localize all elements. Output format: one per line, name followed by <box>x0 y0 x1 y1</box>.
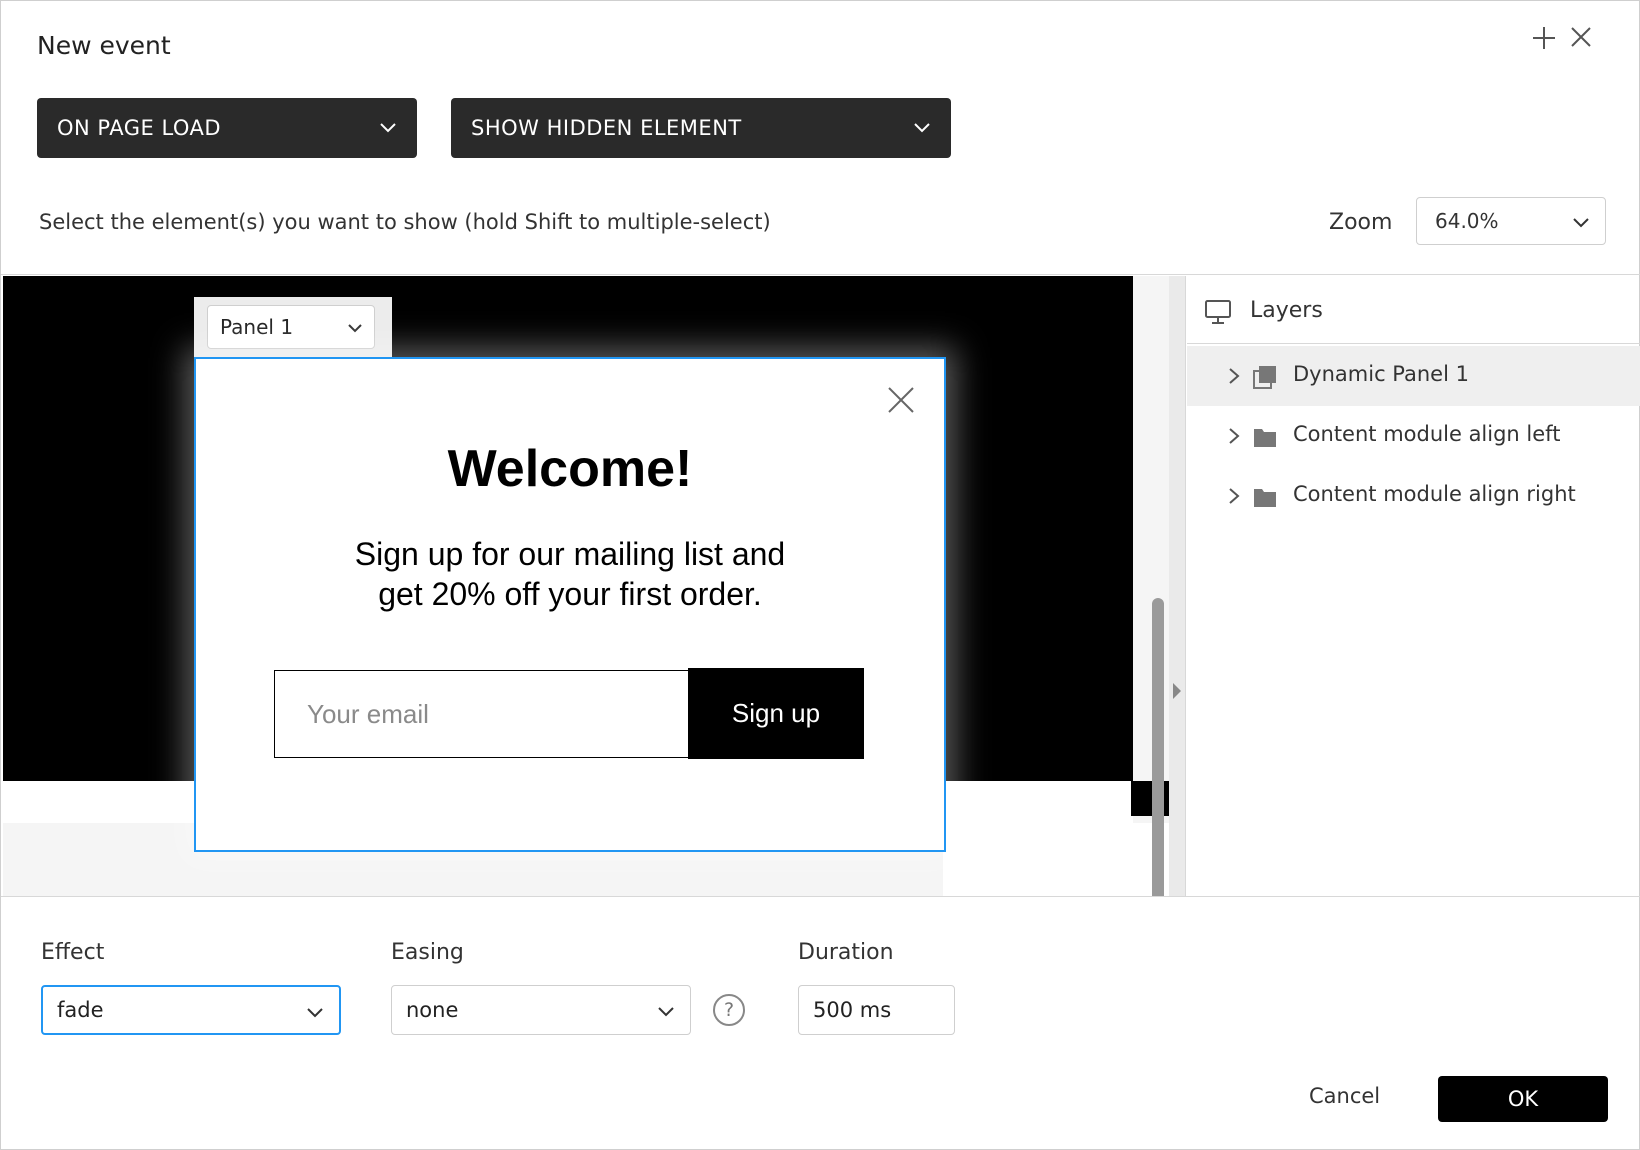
promo-line: get 20% off your first order. <box>378 576 762 612</box>
divider <box>1 896 1640 897</box>
design-canvas[interactable]: Panel 1 Welcome! Sign up for our mailing… <box>3 276 1169 896</box>
help-icon[interactable]: ? <box>713 994 745 1026</box>
folder-icon <box>1252 424 1278 454</box>
zoom-label: Zoom <box>1329 210 1393 235</box>
chevron-down-icon <box>305 1002 325 1027</box>
chevron-down-icon <box>377 116 399 143</box>
email-input[interactable]: Your email <box>274 670 690 758</box>
chevron-down-icon <box>656 1001 676 1026</box>
cancel-button[interactable]: Cancel <box>1309 1084 1380 1108</box>
panel-state-label: Panel 1 <box>220 315 294 339</box>
canvas-scrollbar[interactable] <box>1152 598 1164 896</box>
action-select-label: SHOW HIDDEN ELEMENT <box>471 116 742 140</box>
close-icon[interactable] <box>886 385 916 419</box>
easing-select[interactable]: none <box>391 985 691 1035</box>
canvas-element[interactable] <box>505 276 641 350</box>
modal-heading: Welcome! <box>447 440 693 498</box>
signup-modal[interactable]: Welcome! Sign up for our mailing list an… <box>194 357 946 852</box>
canvas-block <box>943 823 1169 896</box>
easing-label: Easing <box>391 940 464 965</box>
promo-line: Sign up for our mailing list and <box>354 536 786 572</box>
chevron-down-icon <box>346 318 364 342</box>
layer-item-dynamic-panel[interactable]: Dynamic Panel 1 <box>1187 346 1640 406</box>
folder-icon <box>1252 484 1278 514</box>
chevron-down-icon <box>911 116 933 143</box>
instruction-text: Select the element(s) you want to show (… <box>39 210 771 234</box>
dynamic-panel-icon <box>1252 364 1278 394</box>
chevron-right-icon[interactable] <box>1227 426 1241 450</box>
trigger-select[interactable]: ON PAGE LOAD <box>37 98 417 158</box>
layer-label: Content module align right <box>1293 482 1576 506</box>
duration-input[interactable]: 500 ms <box>798 985 955 1035</box>
layer-label: Content module align left <box>1293 422 1561 446</box>
add-icon[interactable] <box>1531 25 1557 57</box>
collapse-arrow-icon[interactable] <box>1169 681 1185 701</box>
easing-value: none <box>406 998 459 1022</box>
panel-splitter[interactable] <box>1169 276 1185 896</box>
signup-button[interactable]: Sign up <box>688 668 864 759</box>
monitor-icon <box>1204 298 1232 330</box>
divider <box>1 274 1640 275</box>
action-select[interactable]: SHOW HIDDEN ELEMENT <box>451 98 951 158</box>
chevron-down-icon <box>1571 212 1591 237</box>
layer-label: Dynamic Panel 1 <box>1293 362 1469 386</box>
chevron-right-icon[interactable] <box>1227 366 1241 390</box>
dialog-title: New event <box>37 31 171 60</box>
divider <box>1185 276 1186 896</box>
modal-promo-text: Sign up for our mailing list and get 20%… <box>196 534 944 614</box>
effect-label: Effect <box>41 940 105 965</box>
close-icon[interactable] <box>1569 25 1593 55</box>
zoom-select[interactable]: 64.0% <box>1416 197 1606 245</box>
effect-value: fade <box>57 998 104 1022</box>
layer-item-content-right[interactable]: Content module align right <box>1187 466 1640 526</box>
chevron-right-icon[interactable] <box>1227 486 1241 510</box>
panel-state-select[interactable]: Panel 1 <box>207 305 375 349</box>
trigger-select-label: ON PAGE LOAD <box>57 116 222 140</box>
zoom-value: 64.0% <box>1435 209 1499 233</box>
layer-item-content-left[interactable]: Content module align left <box>1187 406 1640 466</box>
layers-title: Layers <box>1250 298 1323 323</box>
duration-label: Duration <box>798 940 894 965</box>
ok-button[interactable]: OK <box>1438 1076 1608 1122</box>
new-event-dialog: New event ON PAGE LOAD SHOW HIDDEN ELEME… <box>0 0 1640 1150</box>
effect-select[interactable]: fade <box>41 985 341 1035</box>
